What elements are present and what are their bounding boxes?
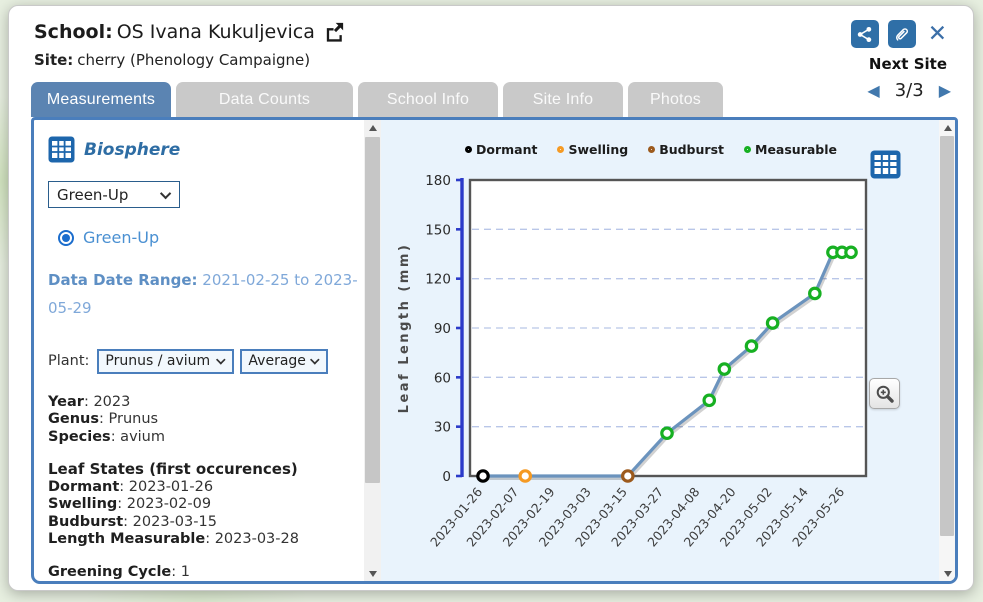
dialog-header: School:OS Ivana Kukuljevica Site:cherry …: [34, 20, 346, 69]
svg-text:120: 120: [425, 272, 451, 288]
plant-label: Plant:: [48, 353, 89, 369]
tab-bar: MeasurementsData CountsSchool InfoSite I…: [31, 82, 723, 117]
scroll-up-icon[interactable]: [939, 120, 955, 135]
close-icon[interactable]: ✕: [928, 21, 947, 47]
info-row: Budburst: 2023-03-15: [48, 514, 358, 532]
svg-text:90: 90: [434, 321, 451, 337]
date-range-label: Data Date Range:: [48, 271, 198, 289]
site-label: Site:: [34, 51, 73, 69]
biosphere-title: Biosphere: [84, 140, 180, 160]
info-row: Dormant: 2023-01-26: [48, 479, 358, 497]
tab-photos[interactable]: Photos: [628, 82, 723, 117]
plant-selectors: Plant: Prunus / avium Average: [48, 349, 358, 374]
info-panel-scrollbar[interactable]: [364, 120, 381, 581]
chevron-down-icon: [310, 355, 320, 365]
chart-panel: DormantSwellingBudburstMeasurable 030609…: [381, 120, 955, 581]
plant-select[interactable]: Prunus / avium: [97, 349, 234, 374]
dataset-select-value: Green-Up: [57, 186, 128, 204]
tab-school-info[interactable]: School Info: [358, 82, 498, 117]
biosphere-header: Biosphere: [48, 136, 358, 163]
next-site-arrow-icon[interactable]: ▶: [939, 83, 951, 99]
site-subtitle: Site:cherry (Phenology Campaigne): [34, 51, 346, 69]
radio-label: Green-Up: [83, 228, 159, 247]
aggregate-select[interactable]: Average: [240, 349, 328, 374]
school-name: OS Ivana Kukuljevica: [117, 21, 315, 43]
green-up-radio[interactable]: Green-Up: [58, 228, 358, 247]
zoom-in-icon: [875, 384, 895, 404]
paperclip-icon: [892, 25, 911, 44]
svg-text:Leaf Length (mm): Leaf Length (mm): [397, 243, 412, 414]
table-icon: [870, 150, 901, 179]
tab-measurements[interactable]: Measurements: [31, 82, 171, 117]
chevron-down-icon: [160, 187, 171, 198]
zoom-in-button[interactable]: [869, 378, 900, 409]
aggregate-select-value: Average: [248, 353, 306, 369]
share-nodes-icon: [855, 25, 874, 44]
info-rows: Year: 2023Genus: PrunusSpecies: avium Lea…: [48, 394, 358, 582]
tab-data-counts[interactable]: Data Counts: [176, 82, 353, 117]
page-indicator: 3/3: [895, 80, 924, 101]
svg-text:180: 180: [425, 173, 451, 189]
info-row: Year: 2023: [48, 394, 358, 412]
scrollbar-thumb[interactable]: [365, 137, 380, 483]
info-row: Swelling: 2023-02-09: [48, 496, 358, 514]
share-button[interactable]: [851, 20, 879, 48]
svg-text:150: 150: [425, 222, 451, 238]
scroll-down-icon[interactable]: [364, 566, 381, 581]
chart-panel-scrollbar[interactable]: [939, 120, 955, 581]
info-row: Species: avium: [48, 429, 358, 447]
show-data-table-button[interactable]: [870, 150, 901, 183]
svg-text:0: 0: [442, 469, 451, 485]
next-site-label: Next Site: [869, 55, 947, 73]
site-dialog: School:OS Ivana Kukuljevica Site:cherry …: [8, 5, 974, 591]
link-button[interactable]: [888, 20, 916, 48]
site-pager: ◀ 3/3 ▶: [867, 80, 951, 101]
info-row: Greening Cycle: 1: [48, 564, 358, 582]
school-title: School:OS Ivana Kukuljevica: [34, 20, 346, 43]
dataset-select[interactable]: Green-Up: [48, 181, 180, 208]
tab-content: Biosphere Green-Up Green-Up Data Date Ra…: [31, 117, 958, 584]
info-row: Genus: Prunus: [48, 411, 358, 429]
section-heading: Leaf States (first occurences): [48, 461, 358, 479]
dialog-controls: ✕ Next Site ◀ 3/3 ▶: [851, 20, 947, 101]
svg-text:60: 60: [434, 370, 451, 386]
school-label: School:: [34, 21, 113, 43]
export-icon[interactable]: [323, 20, 346, 43]
tab-site-info[interactable]: Site Info: [503, 82, 623, 117]
prev-site-arrow-icon[interactable]: ◀: [867, 83, 879, 99]
svg-text:30: 30: [434, 420, 451, 436]
site-value: cherry (Phenology Campaigne): [77, 51, 310, 69]
info-row: Length Measurable: 2023-03-28: [48, 531, 358, 549]
scroll-down-icon[interactable]: [939, 566, 955, 581]
leaf-length-chart[interactable]: 03060901201501802023-01-262023-02-072023…: [381, 120, 936, 581]
table-icon: [48, 136, 75, 163]
data-date-range: Data Date Range: 2021-02-25 to 2023-05-2…: [48, 267, 363, 323]
scroll-up-icon[interactable]: [364, 120, 381, 135]
plant-select-value: Prunus / avium: [105, 353, 210, 369]
radio-selected-icon: [58, 230, 74, 246]
measurements-info-panel: Biosphere Green-Up Green-Up Data Date Ra…: [34, 120, 364, 581]
chevron-down-icon: [216, 355, 226, 365]
scrollbar-thumb[interactable]: [940, 136, 954, 536]
